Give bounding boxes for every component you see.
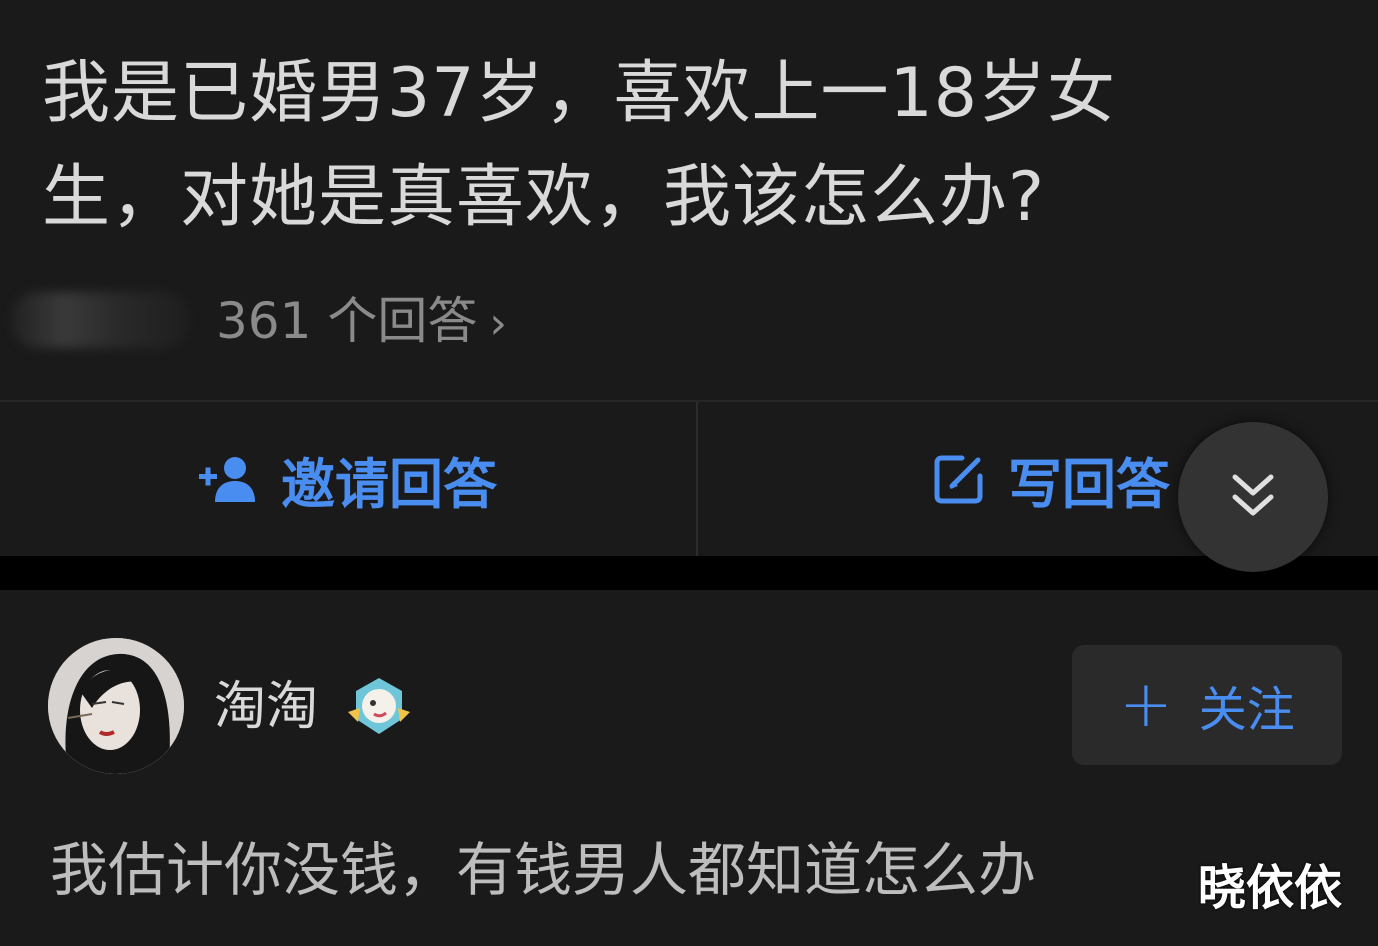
write-answer-label: 写回答 [1008,452,1170,516]
action-bar: 邀请回答 写回答 [0,400,1378,556]
blurred-avatars [10,292,190,348]
follow-button[interactable]: + 关注 [1072,645,1342,765]
scroll-down-button[interactable] [1178,422,1328,572]
follow-label: 关注 [1198,682,1295,738]
chevron-right-icon: › [489,298,507,349]
answer-count-link[interactable]: 361 个回答 › [216,286,507,356]
double-chevron-down-icon [1232,474,1274,516]
edit-icon [934,455,983,504]
avatar-image [48,638,184,774]
user-badge-icon [344,672,414,742]
invite-answer-label: 邀请回答 [281,452,497,516]
plus-icon: + [1119,668,1173,742]
answer-excerpt[interactable]: 我估计你没钱，有钱男人都知道怎么办 [50,832,1036,908]
question-card: 我是已婚男37岁，喜欢上一18岁女生，对她是真喜欢，我该怎么办? 361 个回答… [0,0,1378,400]
question-title[interactable]: 我是已婚男37岁，喜欢上一18岁女生，对她是真喜欢，我该怎么办? [42,42,1242,250]
invite-answer-button[interactable]: 邀请回答 [0,402,694,556]
answer-meta-row[interactable]: 361 个回答 › [0,286,700,356]
author-name[interactable]: 淘淘 [214,672,318,742]
avatar[interactable] [48,638,184,774]
watermark: 晓依依 [1198,860,1343,916]
add-user-icon [199,457,255,502]
answer-count: 361 个回答 [216,292,478,350]
